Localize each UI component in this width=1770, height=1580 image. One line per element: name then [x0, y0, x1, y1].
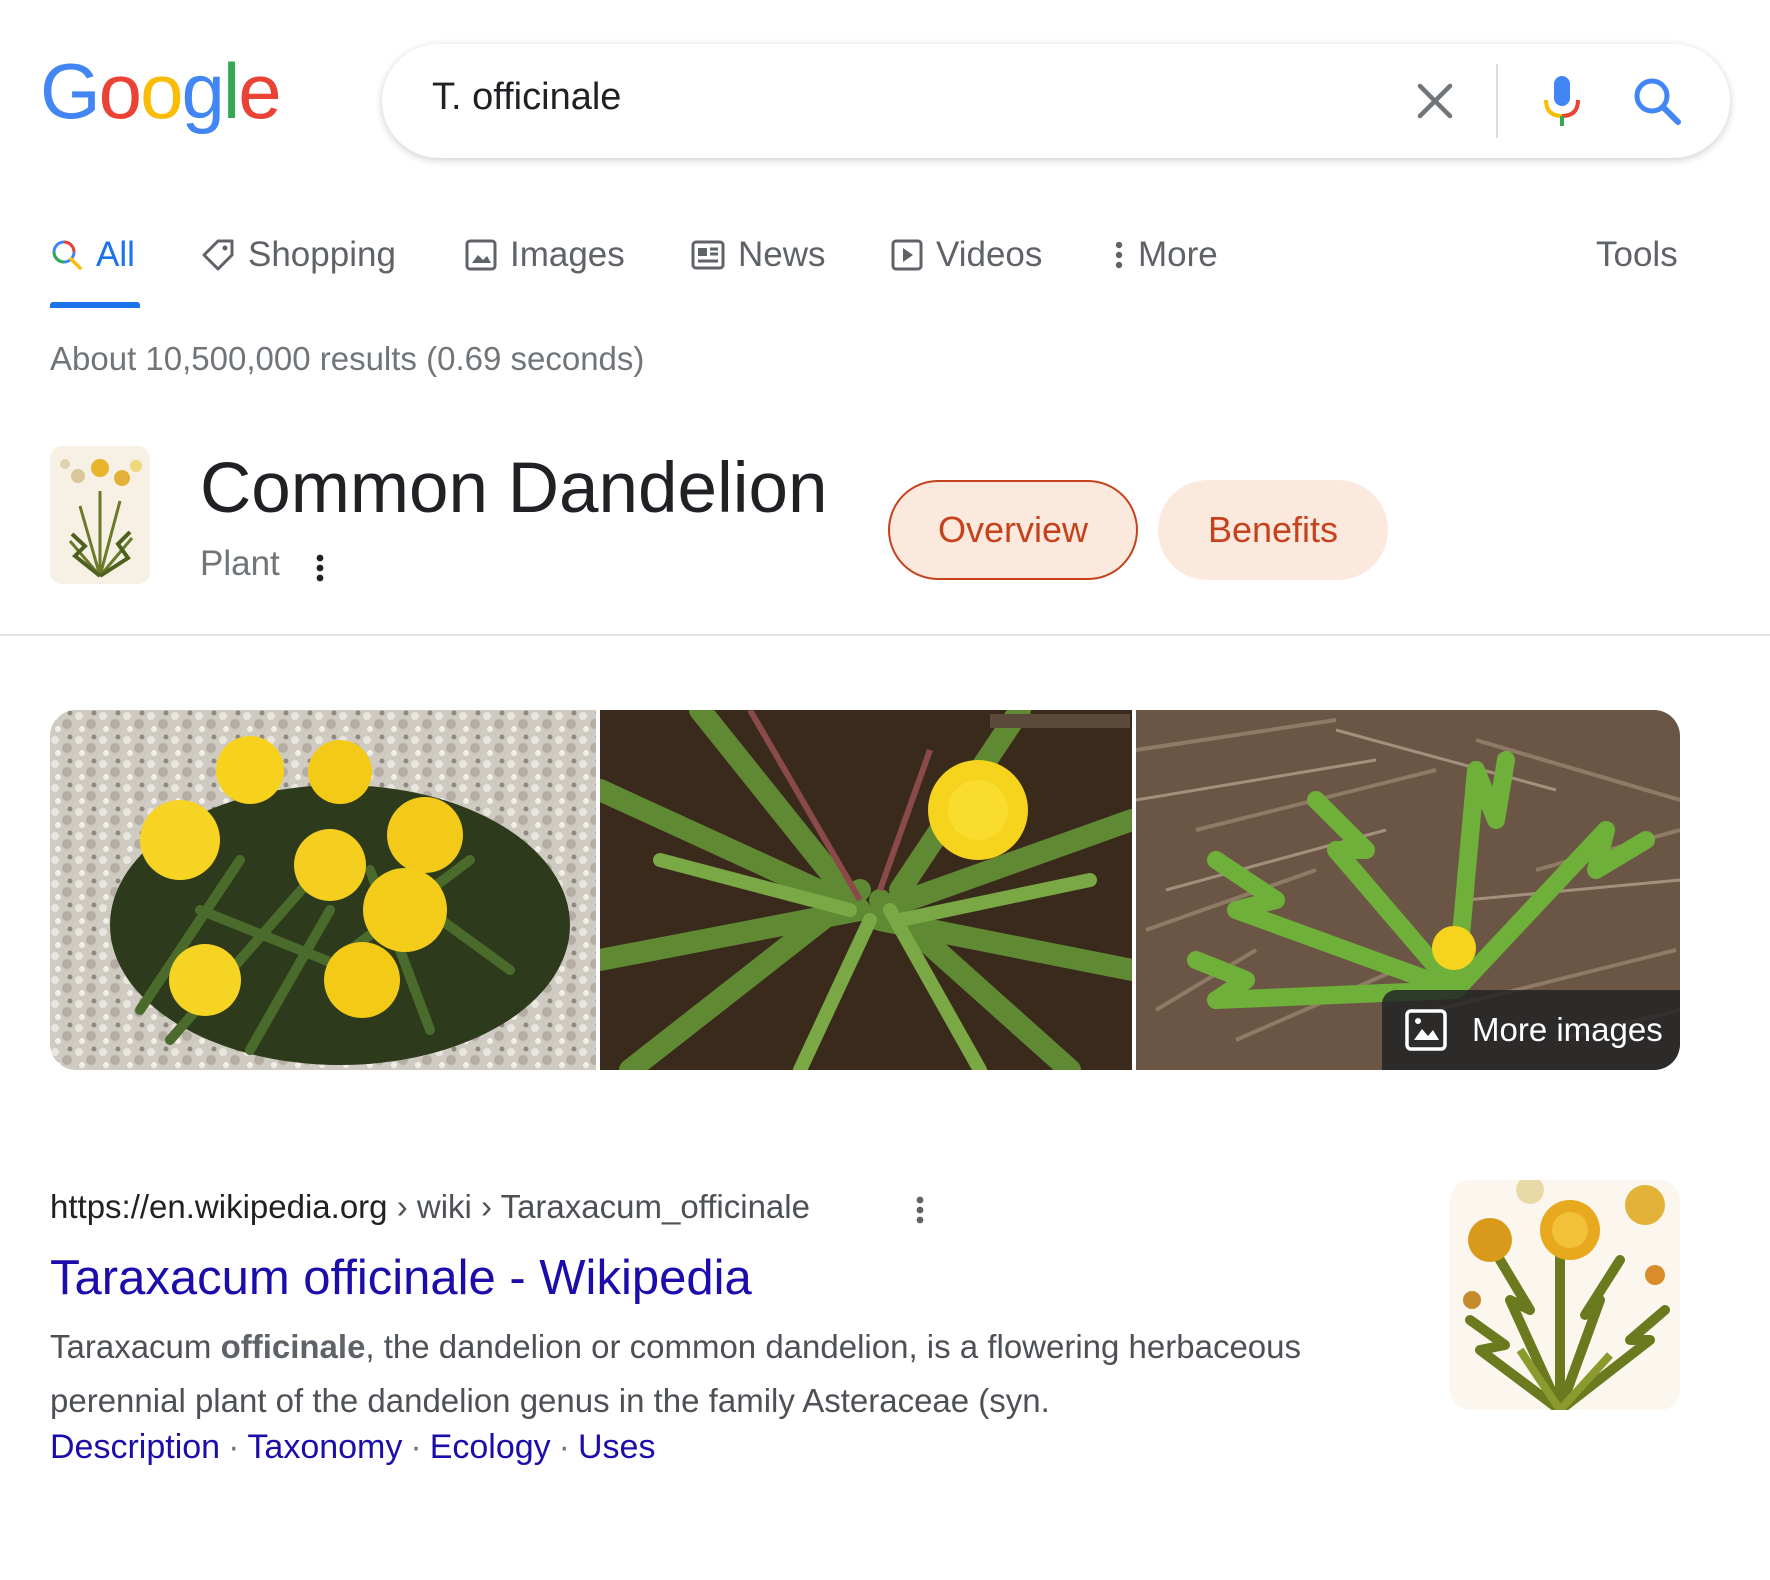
logo-letter: o	[98, 47, 142, 135]
tab-more[interactable]: More	[1112, 230, 1218, 280]
tab-label: News	[738, 235, 826, 274]
logo-letter: g	[181, 47, 224, 135]
result-thumbnail[interactable]	[1450, 1180, 1680, 1410]
more-images-label: More images	[1472, 1011, 1663, 1048]
close-icon	[1417, 83, 1453, 119]
search-box[interactable]: T. officinale	[382, 44, 1730, 158]
entity-options-button[interactable]	[310, 548, 330, 588]
image-icon	[1405, 1009, 1447, 1051]
clear-search-button[interactable]	[1412, 78, 1458, 124]
vertical-dots-icon	[1115, 241, 1123, 269]
search-results-page: Google T. officinale All Shopping Images…	[0, 0, 1770, 1580]
result-breadcrumb: › wiki › Taraxacum_officinale	[387, 1188, 810, 1225]
image-strip: More images	[50, 710, 1680, 1070]
section-divider	[0, 634, 1770, 636]
result-domain: https://en.wikipedia.org	[50, 1188, 388, 1225]
tab-all[interactable]: All	[50, 230, 135, 280]
logo-letter: e	[238, 47, 281, 135]
entity-subtitle: Plant	[200, 544, 280, 583]
more-images-button[interactable]: More images	[1382, 990, 1680, 1070]
result-stats: About 10,500,000 results (0.69 seconds)	[50, 340, 645, 377]
vertical-dots-icon	[316, 554, 324, 582]
tab-label: All	[96, 235, 135, 274]
logo-letter: l	[222, 47, 240, 135]
overview-chip[interactable]: Overview	[888, 480, 1138, 580]
sitelink-uses[interactable]: Uses	[578, 1428, 655, 1466]
entity-thumbnail[interactable]	[50, 446, 150, 584]
image-icon	[465, 239, 497, 271]
result-title-link[interactable]: Taraxacum officinale - Wikipedia	[50, 1250, 752, 1306]
sitelink-taxonomy[interactable]: Taxonomy	[247, 1428, 402, 1466]
sitelink-separator: ·	[410, 1428, 422, 1466]
active-tab-indicator	[50, 302, 140, 308]
search-button[interactable]	[1630, 74, 1686, 130]
tag-icon	[202, 239, 234, 271]
snippet-highlight: officinale	[220, 1328, 366, 1365]
sitelinks: Description · Taxonomy · Ecology · Uses	[50, 1428, 655, 1467]
sitelink-description[interactable]: Description	[50, 1428, 220, 1466]
tab-news[interactable]: News	[690, 230, 826, 280]
voice-search-button[interactable]	[1540, 74, 1584, 130]
sitelink-separator: ·	[228, 1428, 240, 1466]
dandelion-flowers-gravel-image	[50, 710, 596, 1070]
search-icon	[52, 240, 82, 270]
search-input[interactable]: T. officinale	[432, 76, 621, 119]
search-box-divider	[1496, 64, 1498, 138]
result-options-button[interactable]	[910, 1190, 930, 1230]
sitelink-ecology[interactable]: Ecology	[430, 1428, 551, 1466]
tab-label: Images	[510, 235, 625, 274]
tab-videos[interactable]: Videos	[890, 230, 1042, 280]
sitelink-separator: ·	[558, 1428, 570, 1466]
dandelion-photo-3[interactable]: More images	[1136, 710, 1680, 1070]
snippet-text: Taraxacum	[50, 1328, 221, 1365]
google-logo[interactable]: Google	[40, 47, 282, 135]
search-tabs: All Shopping Images News Videos More Too…	[50, 230, 1730, 310]
dandelion-photo-2[interactable]	[600, 710, 1132, 1070]
entity-title: Common Dandelion	[200, 449, 828, 528]
news-icon	[691, 240, 725, 270]
vertical-dots-icon	[916, 1196, 924, 1224]
play-icon	[891, 239, 923, 271]
benefits-chip[interactable]: Benefits	[1158, 480, 1388, 580]
tab-images[interactable]: Images	[464, 230, 625, 280]
result-snippet: Taraxacum officinale, the dandelion or c…	[50, 1320, 1390, 1428]
search-icon	[1634, 78, 1681, 125]
dandelion-illustration-image	[50, 446, 150, 584]
result-url[interactable]: https://en.wikipedia.org › wiki › Taraxa…	[50, 1188, 810, 1226]
dandelion-leaves-photo-image	[600, 710, 1132, 1070]
tab-label: Videos	[936, 235, 1043, 274]
dandelion-photo-1[interactable]	[50, 710, 596, 1070]
microphone-icon	[1544, 76, 1580, 126]
tab-tools[interactable]: Tools	[1596, 230, 1678, 280]
tab-label: Shopping	[248, 235, 396, 274]
tab-shopping[interactable]: Shopping	[200, 230, 396, 280]
logo-letter: G	[40, 47, 101, 135]
dandelion-botanical-illustration-image	[1450, 1180, 1680, 1410]
logo-letter: o	[140, 47, 183, 135]
tab-label: More	[1138, 235, 1218, 274]
